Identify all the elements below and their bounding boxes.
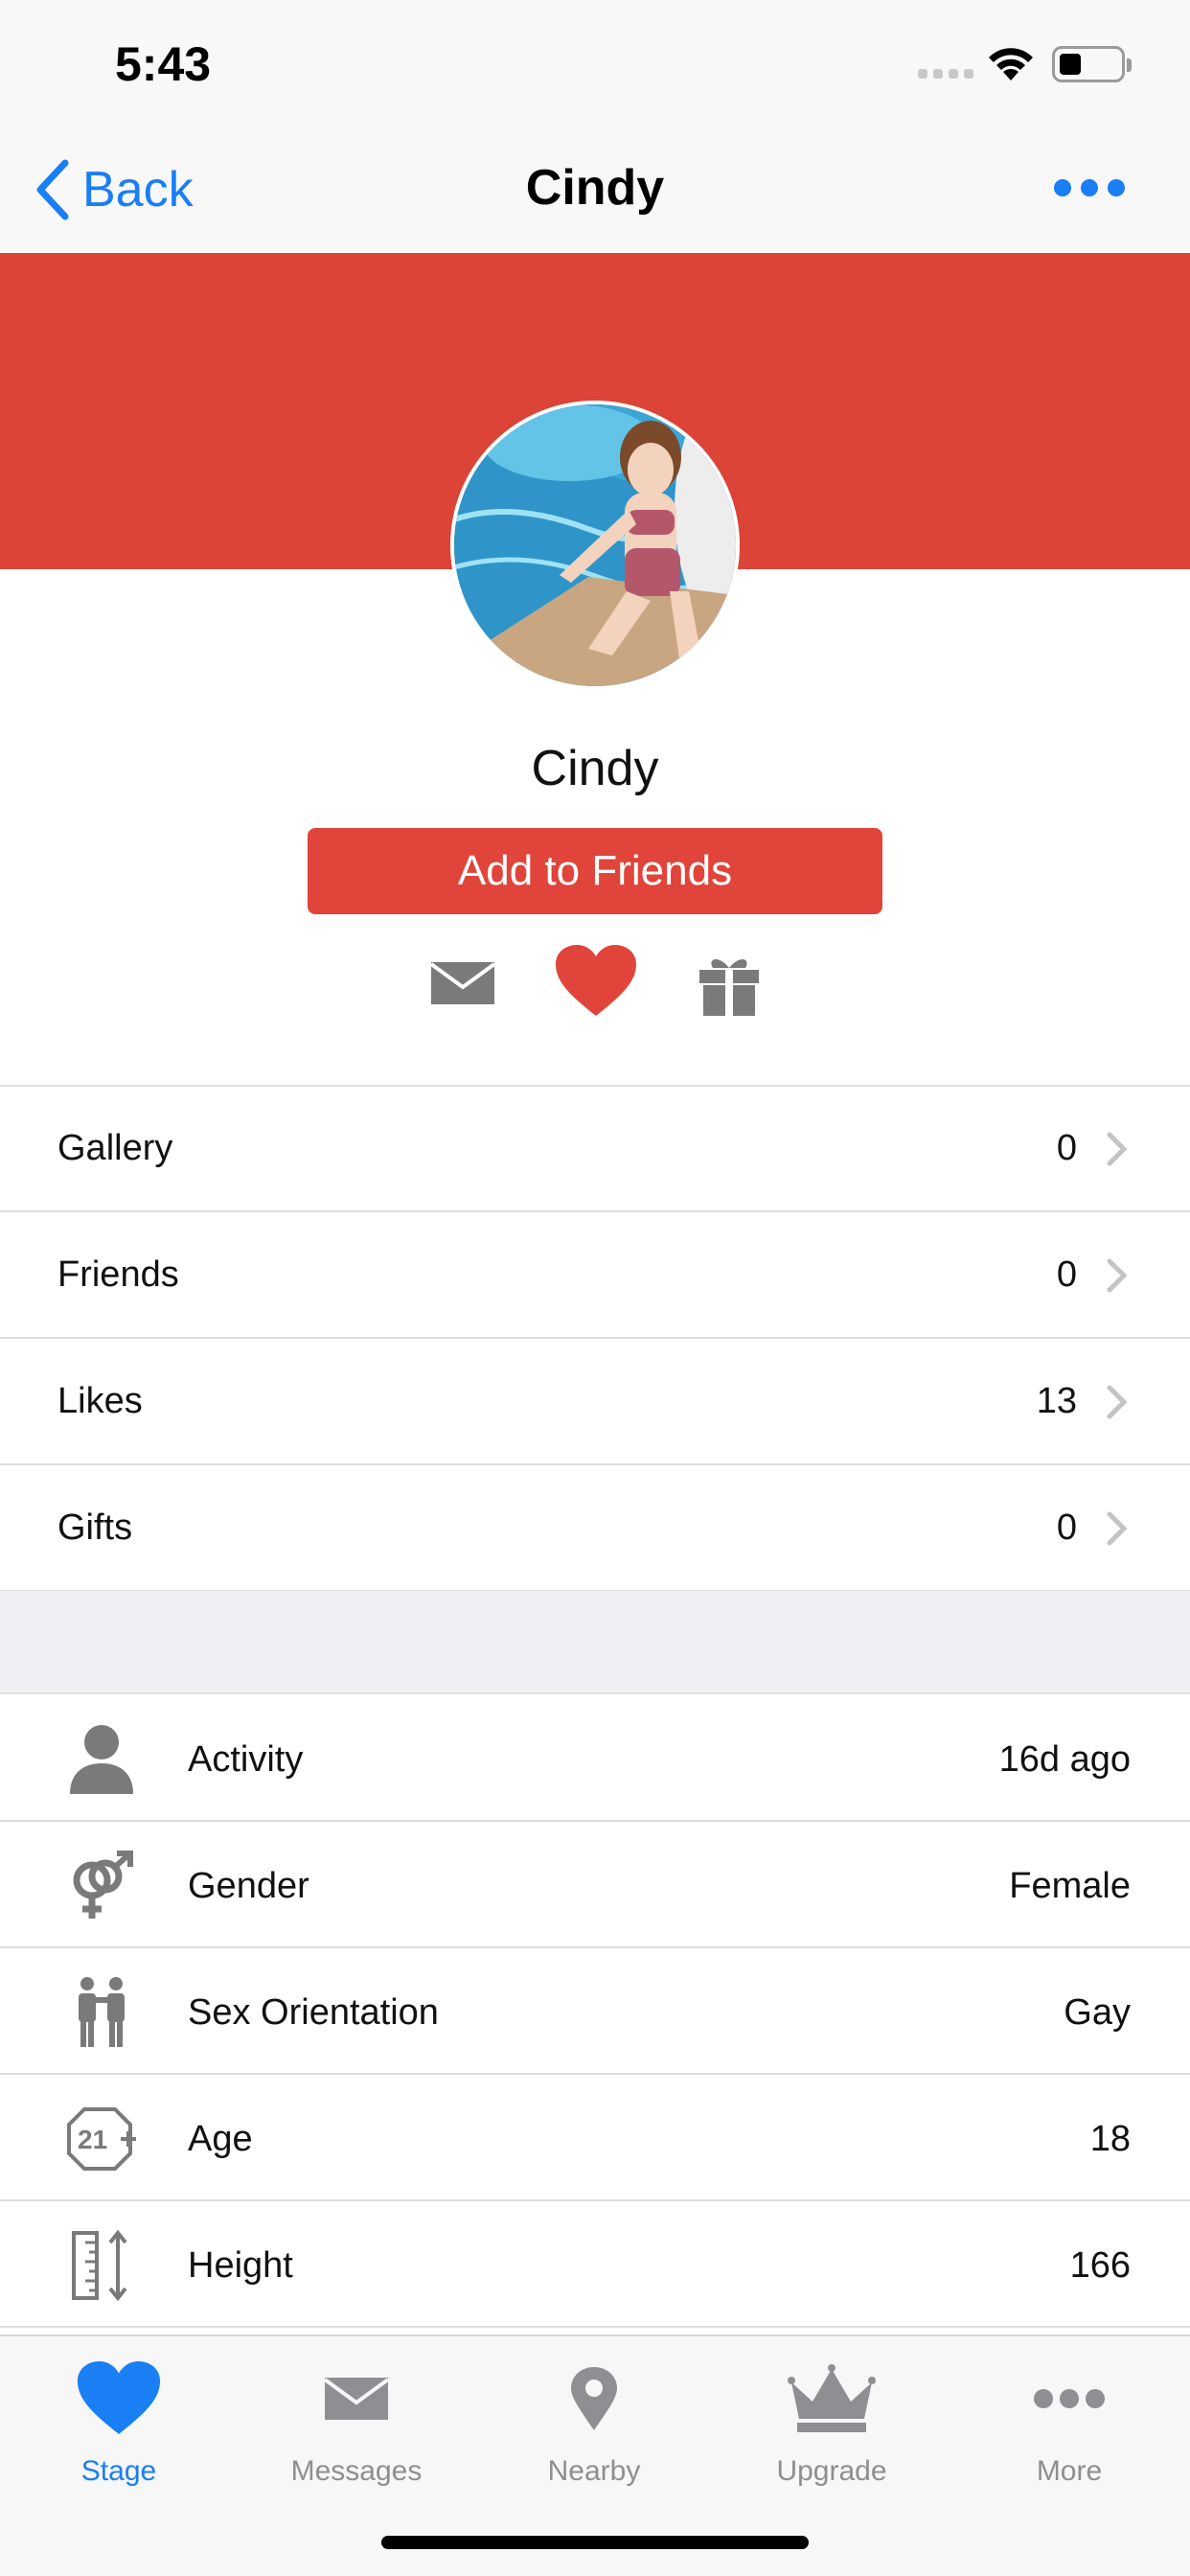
tab-label: Messages	[290, 2455, 423, 2487]
gifts-row[interactable]: Gifts 0	[0, 1466, 1190, 1592]
heart-icon[interactable]	[554, 943, 638, 1024]
home-indicator	[381, 2536, 809, 2549]
gender-symbol-icon	[59, 1844, 144, 1928]
couple-icon	[59, 1970, 144, 2055]
tab-label: Nearby	[547, 2455, 641, 2487]
age-21-plus-icon: 21	[59, 2097, 144, 2181]
detail-row-age: 21 Age 18	[0, 2076, 1190, 2201]
gift-icon[interactable]	[698, 949, 761, 1023]
chevron-right-icon	[1107, 1385, 1128, 1419]
svg-text:21: 21	[78, 2125, 107, 2154]
envelope-icon[interactable]	[429, 958, 496, 1013]
row-count: 0	[1056, 1254, 1077, 1295]
detail-row-activity: Activity 16d ago	[0, 1696, 1190, 1822]
detail-value: 166	[1069, 2245, 1131, 2286]
detail-row-gender: Gender Female	[0, 1823, 1190, 1948]
tab-nearby[interactable]: Nearby	[475, 2336, 713, 2499]
battery-icon	[1052, 46, 1132, 82]
ruler-height-icon	[59, 2223, 144, 2308]
wifi-icon	[983, 42, 1039, 82]
friends-row[interactable]: Friends 0	[0, 1213, 1190, 1339]
row-label: Gifts	[57, 1507, 133, 1548]
envelope-icon	[238, 2356, 475, 2442]
detail-label: Gender	[188, 1866, 309, 1906]
row-label: Friends	[57, 1254, 179, 1295]
chevron-right-icon	[1107, 1258, 1128, 1293]
detail-label: Activity	[188, 1739, 304, 1780]
detail-label: Height	[188, 2245, 293, 2286]
detail-label: Age	[188, 2119, 253, 2159]
detail-row-height: Height 166	[0, 2202, 1190, 2328]
cellular-signal-icon	[918, 69, 973, 79]
more-dots-icon	[950, 2356, 1188, 2442]
tab-label: Stage	[80, 2455, 157, 2487]
section-separator	[0, 1591, 1190, 1694]
avatar[interactable]	[450, 401, 740, 690]
tab-stage[interactable]: Stage	[0, 2336, 238, 2499]
tab-label: Upgrade	[776, 2455, 887, 2487]
chevron-right-icon	[1107, 1511, 1128, 1546]
row-count: 0	[1056, 1507, 1077, 1548]
page-title: Cindy	[525, 160, 665, 216]
status-time: 5:43	[115, 37, 212, 91]
top-bar: 5:43 Back Cindy	[0, 0, 1190, 253]
detail-row-orientation: Sex Orientation Gay	[0, 1949, 1190, 2075]
row-count: 13	[1036, 1381, 1077, 1421]
detail-label: Sex Orientation	[188, 1992, 439, 2033]
row-label: Gallery	[57, 1128, 173, 1168]
gallery-row[interactable]: Gallery 0	[0, 1087, 1190, 1212]
detail-value: Gay	[1064, 1992, 1131, 2033]
detail-value: 18	[1089, 2119, 1131, 2159]
location-pin-icon	[475, 2356, 713, 2442]
row-count: 0	[1056, 1128, 1077, 1168]
tab-label: More	[1036, 2455, 1103, 2487]
likes-row[interactable]: Likes 13	[0, 1340, 1190, 1465]
profile-name: Cindy	[531, 741, 659, 796]
add-to-friends-button[interactable]: Add to Friends	[308, 828, 882, 914]
detail-value: Female	[1009, 1866, 1131, 1906]
tab-upgrade[interactable]: Upgrade	[713, 2336, 950, 2499]
detail-value: 16d ago	[998, 1739, 1131, 1780]
tab-more[interactable]: More	[950, 2336, 1188, 2499]
tab-messages[interactable]: Messages	[238, 2336, 475, 2499]
person-icon	[59, 1717, 144, 1802]
chevron-right-icon	[1107, 1132, 1128, 1166]
crown-icon	[713, 2356, 950, 2442]
row-label: Likes	[57, 1381, 143, 1421]
more-options-button[interactable]	[1054, 176, 1125, 199]
heart-icon	[0, 2356, 238, 2442]
